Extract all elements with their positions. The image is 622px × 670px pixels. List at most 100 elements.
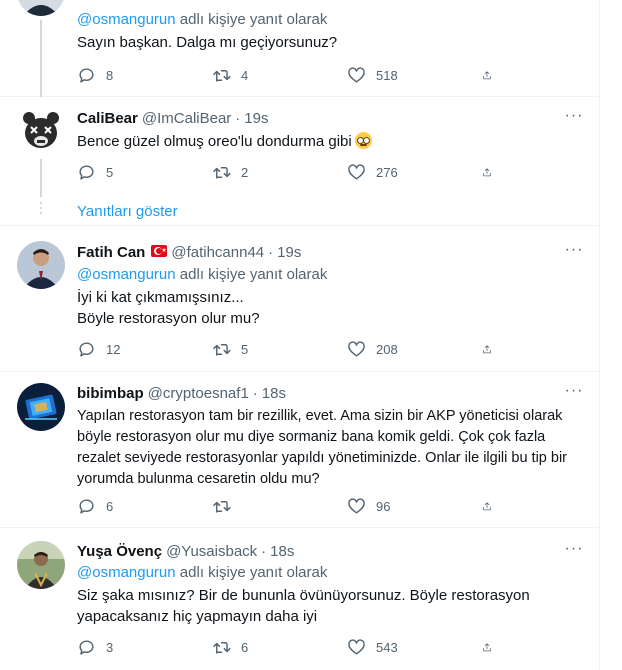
heart-icon [348,163,365,180]
display-name[interactable]: Yuşa Övenç [77,542,162,562]
thread-dots [40,202,42,217]
share-button[interactable] [482,162,502,182]
heart-icon [348,638,365,655]
tweet-header: Fatih Can ★ @fatihcann44 · 19s [77,243,584,263]
timestamp[interactable]: 19s [277,243,301,263]
timestamp[interactable]: 19s [244,109,268,129]
share-button[interactable] [482,637,502,657]
show-replies-row[interactable]: Yanıtları göster [0,196,600,226]
display-name[interactable]: CaliBear [77,109,138,129]
tweet-header: bibimbap @cryptoesnaf1 · 18s [77,384,584,404]
retweet-button[interactable] [212,496,347,516]
tweet-text-line: Bence güzel olmuş oreo'lu dondurma gibi [77,133,352,150]
share-icon [483,167,491,176]
more-options-icon[interactable]: ··· [564,541,584,564]
heart-icon [348,497,365,514]
user-handle[interactable]: @Yusaisback [166,542,257,562]
reply-mention-link[interactable]: @osmangurun [77,564,176,581]
share-button[interactable] [482,65,502,85]
tweet-text-line: Sayın başkan. Dalga mı geçiyorsunuz? [77,34,338,51]
reply-icon [79,639,94,655]
tweet-fatih-can[interactable]: Fatih Can ★ @fatihcann44 · 19s @osmangur… [0,227,600,372]
heart-icon [348,66,365,83]
avatar[interactable] [17,107,65,155]
reply-button[interactable]: 5 [77,162,212,182]
like-button[interactable]: 208 [347,339,482,359]
display-name[interactable]: bibimbap [77,384,144,404]
user-handle[interactable]: @cryptoesnaf1 [148,384,249,404]
more-options-icon[interactable]: ··· [564,108,584,131]
turkey-flag-icon: ★ [151,245,168,257]
display-name[interactable]: Fatih Can [77,243,145,263]
avatar[interactable] [17,383,65,431]
reply-count: 8 [106,67,114,83]
share-icon [483,642,491,651]
tweet-text-line: yorumda bulunma cesaretin oldu mu? [77,471,320,487]
retweet-button[interactable]: 5 [212,339,347,359]
reply-button[interactable]: 3 [77,637,212,657]
user-handle[interactable]: @ImCaliBear [142,109,231,129]
tweet-calibear[interactable]: CaliBear @ImCaliBear · 19s Bence güzel o… [0,97,600,197]
reply-context-label: adlı kişiye yanıt olarak [179,266,328,283]
like-count: 543 [376,639,398,655]
like-button[interactable]: 518 [347,65,482,85]
avatar[interactable] [17,541,65,589]
like-count: 518 [376,67,398,83]
tweet-text: Yapılan restorasyon tam bir rezillik, ev… [77,406,584,490]
tweet-actions: 6 96 [77,496,502,516]
retweet-count: 5 [241,341,249,357]
reply-button[interactable]: 12 [77,339,212,359]
timestamp[interactable]: 18s [270,542,294,562]
retweet-icon [213,641,231,654]
tweet-osmangurun-reply-1[interactable]: @osmangurun adlı kişiye yanıt olarak Say… [0,0,600,97]
avatar[interactable] [17,0,65,16]
tweet-actions: 8 4 518 [77,65,502,85]
tweet-text-line: yapacaksanız hiç yapmayın daha iyi [77,608,318,625]
like-button[interactable]: 543 [347,637,482,657]
reply-mention-link[interactable]: @osmangurun [77,11,176,28]
replies-timeline: @osmangurun adlı kişiye yanıt olarak Say… [0,0,600,670]
tweet-text-line: Siz şaka mısınız? Bir de bununla övünüyo… [77,587,530,604]
reply-button[interactable]: 6 [77,496,212,516]
retweet-button[interactable]: 4 [212,65,347,85]
reply-icon [79,498,94,514]
more-options-icon[interactable]: ··· [564,383,584,406]
share-button[interactable] [482,339,502,359]
tweet-text: Sayın başkan. Dalga mı geçiyorsunuz? [77,32,584,53]
reply-count: 3 [106,639,114,655]
tweet-yusa-ovenc[interactable]: Yuşa Övenç @Yusaisback · 18s @osmangurun… [0,528,600,670]
like-count: 208 [376,341,398,357]
reply-mention-link[interactable]: @osmangurun [77,266,176,283]
retweet-count: 2 [241,164,249,180]
avatar[interactable] [17,241,65,289]
user-handle[interactable]: @fatihcann44 [171,243,264,263]
reply-count: 12 [106,341,121,357]
reply-context-label: adlı kişiye yanıt olarak [179,564,328,581]
share-icon [483,70,491,79]
tweet-actions: 12 5 208 [77,339,502,359]
timestamp[interactable]: 18s [262,384,286,404]
like-count: 276 [376,164,398,180]
retweet-icon [213,69,231,82]
reply-button[interactable]: 8 [77,65,212,85]
retweet-button[interactable]: 6 [212,637,347,657]
thread-line [40,20,42,97]
tweet-text: Siz şaka mısınız? Bir de bununla övünüyo… [77,585,584,627]
like-button[interactable]: 276 [347,162,482,182]
reply-context: @osmangurun adlı kişiye yanıt olarak [77,265,584,285]
like-count: 96 [376,498,391,514]
separator-dot: · [268,244,274,261]
tweet-bibimbap[interactable]: bibimbap @cryptoesnaf1 · 18s Yapılan res… [0,372,600,528]
retweet-icon [213,500,231,513]
share-button[interactable] [482,496,502,516]
tweet-text-line: böyle restorasyon olur mu diye sormaniz … [77,429,546,445]
retweet-button[interactable]: 2 [212,162,347,182]
tweet-text: İyi ki kat çıkmamışsınız... Böyle restor… [77,287,584,329]
show-replies-link[interactable]: Yanıtları göster [77,202,178,222]
reply-icon [79,67,94,83]
tweet-text: Bence güzel olmuş oreo'lu dondurma gibi [77,131,584,152]
separator-dot: · [252,385,258,402]
more-options-icon[interactable]: ··· [564,242,584,265]
tweet-text-line: Böyle restorasyon olur mu? [77,310,260,327]
like-button[interactable]: 96 [347,496,482,516]
